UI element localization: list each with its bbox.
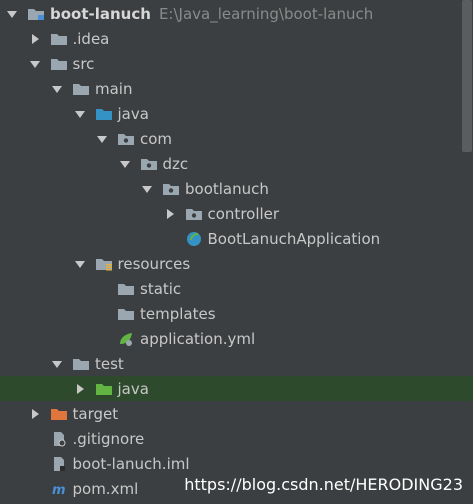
tree-row-label: com [140,129,173,148]
package-icon [116,131,136,147]
folder-icon [116,306,136,322]
module-folder-icon [26,6,46,22]
tree-row[interactable]: resources [0,251,473,276]
tree-row-label: .gitignore [72,429,145,448]
iml-file-icon [49,456,69,472]
expanded-arrow-icon[interactable] [4,6,20,22]
tree-row[interactable]: boot-lanuch.iml [0,451,473,476]
expanded-arrow-icon[interactable] [49,356,65,372]
expanded-arrow-icon[interactable] [94,131,110,147]
tree-row[interactable]: bootlanuch [0,176,473,201]
tree-row-label: boot-lanuch.iml [72,454,190,473]
tree-row[interactable]: boot-lanuch E:\Java_learning\boot-lanuch [0,1,473,26]
package-icon [139,156,159,172]
tree-row[interactable]: application.yml [0,326,473,351]
tree-row-label: BootLanuchApplication [207,229,381,248]
tree-row[interactable]: target [0,401,473,426]
project-tree[interactable]: boot-lanuch E:\Java_learning\boot-lanuch.… [0,0,473,504]
excluded-folder-icon [49,406,69,422]
tree-row[interactable]: com [0,126,473,151]
tree-row-label: src [72,54,95,73]
expanded-arrow-icon[interactable] [117,156,133,172]
tree-row-label: main [95,79,133,98]
tree-row-label: bootlanuch [185,179,269,198]
tree-row[interactable]: .gitignore [0,426,473,451]
tree-row-label: application.yml [140,329,256,348]
tree-row[interactable]: java [0,376,473,401]
collapsed-arrow-icon[interactable] [27,31,43,47]
watermark: https://blog.csdn.net/HERODING23 [184,475,463,494]
expanded-arrow-icon[interactable] [27,56,43,72]
expanded-arrow-icon[interactable] [49,81,65,97]
svg-text:m: m [52,483,66,497]
tree-row[interactable]: java [0,101,473,126]
tree-row[interactable]: controller [0,201,473,226]
vertical-scrollbar[interactable] [462,0,472,152]
tree-row[interactable]: templates [0,301,473,326]
tree-row-label: templates [140,304,216,323]
tree-row-label: boot-lanuch [50,4,151,23]
tree-row[interactable]: BootLanuchApplication [0,226,473,251]
tree-row[interactable]: static [0,276,473,301]
expanded-arrow-icon[interactable] [72,106,88,122]
tree-row-label: dzc [162,154,189,173]
tree-row-label: java [117,379,149,398]
tree-row[interactable]: test [0,351,473,376]
collapsed-arrow-icon[interactable] [72,381,88,397]
tree-row[interactable]: main [0,76,473,101]
expanded-arrow-icon[interactable] [72,256,88,272]
tree-row[interactable]: src [0,51,473,76]
package-icon [161,181,181,197]
tree-row-label: controller [207,204,280,223]
tree-row-label: .idea [72,29,110,48]
tree-row-label: target [72,404,119,423]
collapsed-arrow-icon[interactable] [162,206,178,222]
maven-file-icon: m [49,481,69,497]
folder-icon [71,356,91,372]
spring-boot-class-icon [184,231,204,247]
package-icon [184,206,204,222]
project-path: E:\Java_learning\boot-lanuch [158,4,374,23]
resources-folder-icon [94,256,114,272]
source-folder-icon [94,106,114,122]
tree-row-label: test [95,354,124,373]
folder-icon [116,281,136,297]
folder-icon [49,31,69,47]
test-source-folder-icon [94,381,114,397]
expanded-arrow-icon[interactable] [139,181,155,197]
tree-row[interactable]: .idea [0,26,473,51]
folder-icon [49,56,69,72]
tree-row-label: pom.xml [72,479,139,498]
tree-row-label: static [140,279,182,298]
tree-row-label: resources [117,254,191,273]
ignore-file-icon [49,431,69,447]
tree-row-label: java [117,104,149,123]
collapsed-arrow-icon[interactable] [27,406,43,422]
folder-icon [71,81,91,97]
tree-row[interactable]: dzc [0,151,473,176]
spring-config-file-icon [116,331,136,347]
